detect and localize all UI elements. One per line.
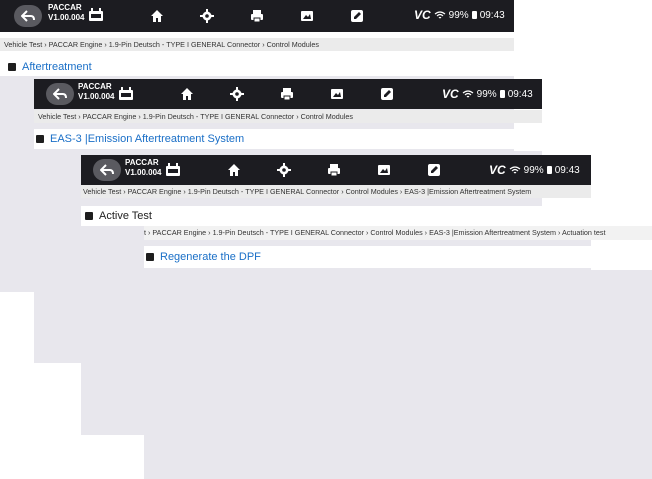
gear-icon[interactable] [200, 9, 214, 23]
app-version: V1.00.004 [125, 168, 162, 177]
bullet-icon [146, 253, 154, 261]
print-icon[interactable] [327, 163, 341, 177]
vc-indicator: VC [489, 163, 506, 177]
battery-level: 99% [448, 9, 469, 21]
status-bar: VC 99% 09:43 [489, 163, 580, 177]
wifi-icon [434, 10, 446, 18]
edit-icon[interactable] [427, 163, 441, 177]
battery-level: 99% [523, 164, 544, 176]
screen-2-topbar: PACCAR V1.00.004 VC 99% 09:43 [34, 79, 542, 109]
app-version: V1.00.004 [48, 13, 85, 22]
battery-icon [546, 166, 552, 174]
vci-icon[interactable] [165, 162, 181, 177]
screenshot-icon[interactable] [377, 163, 391, 177]
gear-icon[interactable] [277, 163, 291, 177]
vc-indicator: VC [414, 8, 431, 22]
list-item-label: Active Test [99, 210, 152, 222]
wifi-icon [509, 165, 521, 173]
list-item-label: Regenerate the DPF [160, 251, 261, 263]
breadcrumb: Vehicle Test › PACCAR Engine › 1.9-Pin D… [34, 110, 542, 123]
home-icon[interactable] [150, 9, 164, 23]
gear-icon[interactable] [230, 87, 244, 101]
home-icon[interactable] [180, 87, 194, 101]
edit-icon[interactable] [380, 87, 394, 101]
vc-indicator: VC [442, 87, 459, 101]
back-icon [53, 88, 67, 100]
back-icon [100, 164, 114, 176]
list-item[interactable]: EAS-3 |Emission Aftertreatment System [34, 129, 542, 149]
battery-icon [499, 90, 505, 98]
list-item[interactable]: Aftertreatment [0, 58, 514, 76]
brand-block: PACCAR V1.00.004 [78, 82, 114, 102]
screenshot-icon[interactable] [300, 9, 314, 23]
vci-icon[interactable] [88, 7, 104, 22]
vci-icon[interactable] [118, 86, 134, 101]
brand-block: PACCAR V1.00.004 [48, 3, 84, 23]
wifi-icon [462, 89, 474, 97]
breadcrumb: t › PACCAR Engine › 1.9-Pin Deutsch - TY… [144, 226, 652, 240]
print-icon[interactable] [280, 87, 294, 101]
clock: 09:43 [479, 9, 505, 21]
edit-icon[interactable] [350, 9, 364, 23]
screen-4: t › PACCAR Engine › 1.9-Pin Deutsch - TY… [144, 226, 652, 479]
brand-name: PACCAR [125, 158, 159, 167]
screen-3-topbar: PACCAR V1.00.004 VC 99% 09:43 [81, 155, 591, 185]
clock: 09:43 [507, 88, 533, 100]
back-button[interactable] [14, 5, 42, 27]
brand-name: PACCAR [78, 82, 112, 91]
back-icon [21, 10, 35, 22]
list-item[interactable]: Active Test [81, 206, 591, 226]
bullet-icon [85, 212, 93, 220]
screen-4-body [144, 270, 652, 479]
back-button[interactable] [46, 83, 74, 105]
bullet-icon [8, 63, 16, 71]
list-item[interactable]: Regenerate the DPF [144, 246, 652, 268]
battery-level: 99% [476, 88, 497, 100]
back-button[interactable] [93, 159, 121, 181]
brand-name: PACCAR [48, 3, 82, 12]
list-item-label: EAS-3 |Emission Aftertreatment System [50, 133, 245, 145]
status-bar: VC 99% 09:43 [442, 87, 533, 101]
home-icon[interactable] [227, 163, 241, 177]
status-bar: VC 99% 09:43 [414, 8, 505, 22]
screenshot-icon[interactable] [330, 87, 344, 101]
battery-icon [471, 11, 477, 19]
breadcrumb: Vehicle Test › PACCAR Engine › 1.9-Pin D… [81, 185, 591, 198]
clock: 09:43 [554, 164, 580, 176]
screen-1-topbar: PACCAR V1.00.004 VC 99% 09:43 [0, 0, 514, 32]
bullet-icon [36, 135, 44, 143]
breadcrumb: Vehicle Test › PACCAR Engine › 1.9-Pin D… [0, 38, 514, 51]
list-item-label: Aftertreatment [22, 61, 92, 73]
brand-block: PACCAR V1.00.004 [125, 158, 161, 178]
app-version: V1.00.004 [78, 92, 115, 101]
print-icon[interactable] [250, 9, 264, 23]
